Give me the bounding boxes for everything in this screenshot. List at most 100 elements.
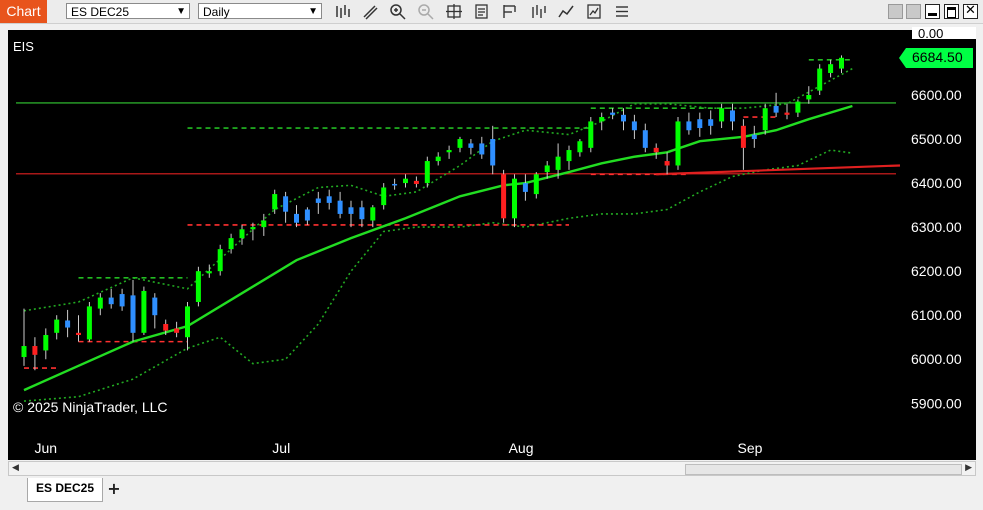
candle-43 <box>490 125 496 175</box>
candle-46 <box>522 174 528 201</box>
candle-body <box>588 121 594 148</box>
candle-9 <box>119 288 125 311</box>
chart-panel[interactable]: 6600.00 6500.00 6400.00 6300.00 6200.00 6100.… <box>8 27 976 460</box>
properties-icon[interactable] <box>613 3 631 20</box>
copyright-label: © 2025 NinjaTrader, LLC <box>13 399 168 415</box>
horizontal-scrollbar[interactable]: ◀ ▶ <box>8 461 976 476</box>
interval-selector[interactable]: Daily ▼ <box>198 3 322 19</box>
candle-body <box>337 200 343 214</box>
candle-36 <box>413 176 419 188</box>
candle-body <box>533 174 539 195</box>
data-box-icon[interactable] <box>473 3 491 20</box>
chart-style-icon[interactable] <box>557 3 575 20</box>
candle-15 <box>185 301 190 351</box>
minimize-button[interactable] <box>925 4 940 19</box>
price-chart[interactable]: 6600.00 6500.00 6400.00 6300.00 6200.00 6100.… <box>8 30 976 460</box>
candle-5 <box>76 315 81 342</box>
candle-58 <box>653 143 659 159</box>
candle-34 <box>392 178 398 190</box>
candle-10 <box>130 279 136 342</box>
instrument-selector[interactable]: ES DEC25 ▼ <box>66 3 190 19</box>
candle-body <box>490 139 496 166</box>
candle-body <box>163 324 169 331</box>
candle-body <box>86 306 92 340</box>
candle-28 <box>326 189 332 210</box>
zoom-out-icon[interactable] <box>417 3 435 20</box>
indicators-icon[interactable] <box>529 3 547 20</box>
candle-body <box>315 198 321 203</box>
last-price-badge: 6684.50 <box>899 48 973 68</box>
candle-body <box>359 207 365 220</box>
candle-3 <box>54 315 60 340</box>
candle-19 <box>228 233 234 254</box>
scroll-right-icon[interactable]: ▶ <box>965 463 972 473</box>
candle-body <box>555 156 561 170</box>
candle-4 <box>65 309 71 338</box>
candle-body <box>435 156 441 162</box>
scrollbar-thumb[interactable] <box>685 464 962 475</box>
candle-31 <box>359 200 365 228</box>
candle-67 <box>751 125 757 148</box>
candle-29 <box>337 191 343 219</box>
candle-body <box>751 134 757 140</box>
candle-body <box>413 180 419 184</box>
candle-body <box>784 112 790 115</box>
candle-74 <box>828 59 834 78</box>
zoom-in-icon[interactable] <box>389 3 407 20</box>
candle-60 <box>675 117 681 170</box>
price-axis-label: 6200.00 <box>911 263 962 279</box>
last-price-value: 6684.50 <box>912 49 963 65</box>
templates-icon[interactable] <box>585 3 603 20</box>
candle-body <box>697 119 703 129</box>
chevron-down-icon: ▼ <box>308 6 318 17</box>
candle-24 <box>283 191 289 223</box>
lower-band-line <box>23 149 853 402</box>
candle-body <box>348 207 354 214</box>
price-axis-label: 6400.00 <box>911 175 962 191</box>
candle-body <box>206 271 212 274</box>
candle-12 <box>152 293 158 329</box>
candle-body <box>795 101 801 113</box>
candle-body <box>621 114 626 122</box>
candle-8 <box>108 288 114 309</box>
candle-body <box>566 150 572 162</box>
candle-body <box>32 346 38 355</box>
scroll-left-icon[interactable]: ◀ <box>12 463 19 473</box>
time-axis-label: Aug <box>509 440 534 456</box>
candle-body <box>381 187 387 206</box>
candle-body <box>283 196 289 212</box>
chevron-down-icon: ▼ <box>176 6 186 17</box>
time-axis-label: Jul <box>272 440 290 456</box>
candle-72 <box>806 86 812 104</box>
candle-body <box>54 319 60 333</box>
candle-body <box>174 328 180 333</box>
upper-band-line <box>23 67 853 312</box>
candle-75 <box>839 55 844 73</box>
candle-7 <box>97 293 103 316</box>
candle-body <box>76 332 81 336</box>
candle-40 <box>457 136 463 153</box>
candle-body <box>817 68 823 91</box>
crosshair-icon[interactable] <box>445 3 463 20</box>
strategies-icon[interactable] <box>501 3 519 20</box>
candle-body <box>806 95 812 100</box>
candle-body <box>610 112 616 115</box>
time-axis-layer: Jun Jul Aug Sep <box>35 440 763 456</box>
candle-body <box>185 306 190 338</box>
tile-icon[interactable] <box>906 4 921 19</box>
chart-window-label[interactable]: Chart <box>0 0 47 23</box>
tab-es-dec25[interactable]: ES DEC25 <box>27 478 103 502</box>
candle-41 <box>468 139 474 155</box>
candle-1 <box>32 337 38 371</box>
close-icon[interactable]: ✕ <box>963 4 978 19</box>
candle-body <box>501 174 507 219</box>
candle-11 <box>141 286 147 336</box>
candle-body <box>839 57 844 69</box>
drawing-tool-icon[interactable] <box>361 3 379 20</box>
candle-body <box>522 183 528 192</box>
restore-icon[interactable] <box>888 4 903 19</box>
add-tab-icon[interactable]: + <box>104 480 124 498</box>
bar-type-icon[interactable] <box>333 3 351 20</box>
candle-68 <box>762 103 768 135</box>
maximize-button[interactable] <box>944 4 959 19</box>
